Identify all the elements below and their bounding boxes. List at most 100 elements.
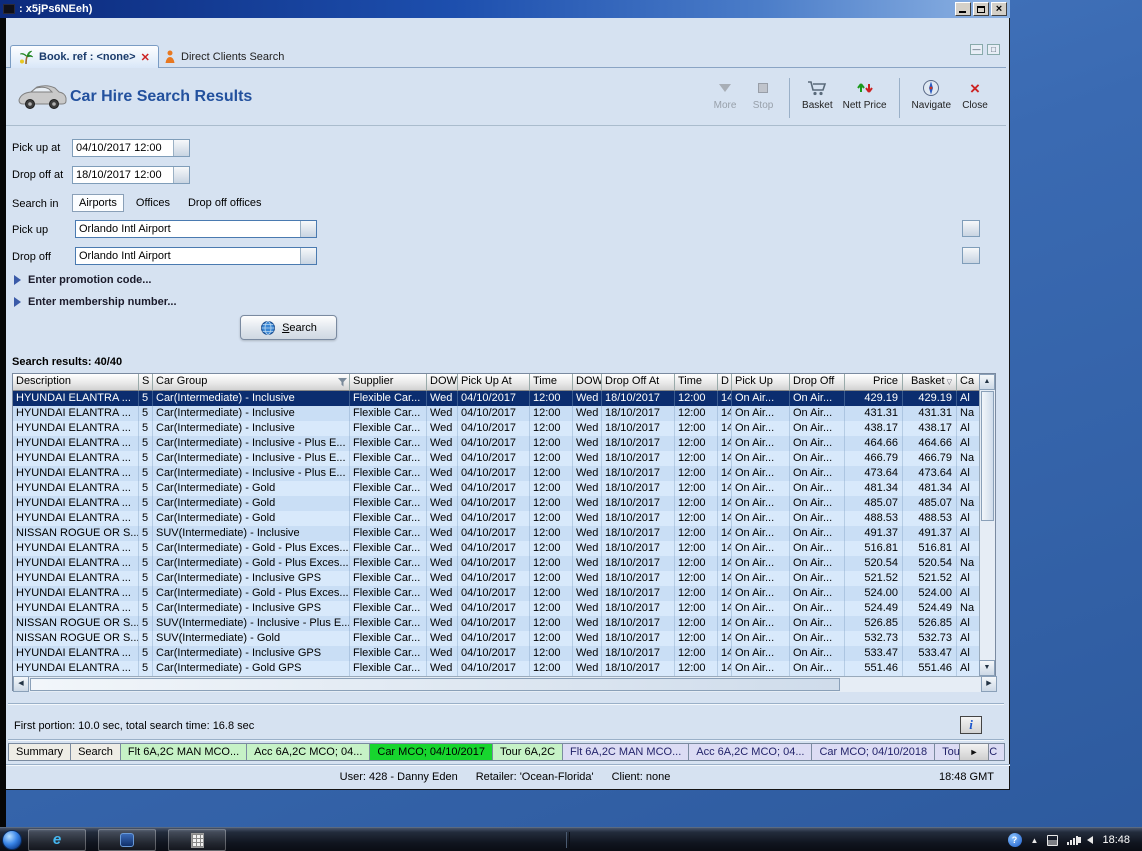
column-header[interactable]: S bbox=[139, 374, 153, 391]
table-cell: Wed bbox=[573, 601, 602, 616]
table-row[interactable]: HYUNDAI ELANTRA ...5Car(Intermediate) - … bbox=[13, 406, 981, 421]
table-cell: Wed bbox=[427, 496, 458, 511]
info-button[interactable]: i bbox=[960, 716, 982, 734]
dropoff-combo[interactable]: Orlando Intl Airport bbox=[75, 247, 317, 265]
column-header[interactable]: Drop Off At bbox=[602, 374, 675, 391]
column-header[interactable]: DOW bbox=[573, 374, 602, 391]
table-row[interactable]: HYUNDAI ELANTRA ...5Car(Intermediate) - … bbox=[13, 511, 981, 526]
table-row[interactable]: HYUNDAI ELANTRA ...5Car(Intermediate) - … bbox=[13, 661, 981, 676]
table-cell: Flexible Car... bbox=[350, 451, 427, 466]
tab-airports[interactable]: Airports bbox=[72, 194, 124, 212]
column-header[interactable]: Ca bbox=[957, 374, 981, 391]
table-row[interactable]: HYUNDAI ELANTRA ...5Car(Intermediate) - … bbox=[13, 436, 981, 451]
tray-expand-icon[interactable]: ▲ bbox=[1031, 836, 1039, 845]
table-row[interactable]: HYUNDAI ELANTRA ...5Car(Intermediate) - … bbox=[13, 601, 981, 616]
basket-button[interactable]: Basket bbox=[797, 76, 838, 120]
scroll-right-icon[interactable]: ▶ bbox=[981, 676, 997, 692]
table-row[interactable]: HYUNDAI ELANTRA ...5Car(Intermediate) - … bbox=[13, 481, 981, 496]
bottom-tab-search[interactable]: Search bbox=[71, 743, 121, 761]
column-header[interactable]: Supplier bbox=[350, 374, 427, 391]
column-header[interactable]: Description bbox=[13, 374, 139, 391]
bottom-tab-acc-6a-2c-mco-04-[interactable]: Acc 6A,2C MCO; 04... bbox=[247, 743, 370, 761]
start-button[interactable] bbox=[2, 830, 22, 850]
column-header[interactable]: Pick Up At bbox=[458, 374, 530, 391]
column-header[interactable]: Car Group bbox=[153, 374, 350, 391]
table-row[interactable]: HYUNDAI ELANTRA ...5Car(Intermediate) - … bbox=[13, 496, 981, 511]
taskbar-app-3[interactable] bbox=[168, 829, 226, 851]
more-button[interactable]: More bbox=[706, 76, 744, 120]
scroll-down-icon[interactable]: ▼ bbox=[979, 660, 995, 676]
clock: 18:48 bbox=[1102, 834, 1130, 846]
stop-button[interactable]: Stop bbox=[744, 76, 782, 120]
table-row[interactable]: HYUNDAI ELANTRA ...5Car(Intermediate) - … bbox=[13, 466, 981, 481]
search-button[interactable]: Search bbox=[240, 315, 337, 340]
vertical-scrollbar[interactable]: ▲ ▼ bbox=[979, 374, 995, 676]
maximize-button[interactable] bbox=[973, 2, 989, 16]
column-header[interactable]: Time bbox=[530, 374, 573, 391]
next-tabs-button[interactable]: ► bbox=[959, 743, 989, 761]
dropoff-extra-dropdown[interactable] bbox=[962, 247, 980, 264]
pane-restore-icon[interactable]: □ bbox=[987, 44, 1000, 55]
pickup-extra-dropdown[interactable] bbox=[962, 220, 980, 237]
volume-icon[interactable] bbox=[1087, 836, 1093, 844]
statusbar: User: 428 - Danny Eden Retailer: 'Ocean-… bbox=[0, 764, 1010, 789]
scroll-left-icon[interactable]: ◀ bbox=[13, 676, 29, 692]
tab-offices[interactable]: Offices bbox=[130, 195, 176, 211]
table-row[interactable]: HYUNDAI ELANTRA ...5Car(Intermediate) - … bbox=[13, 586, 981, 601]
close-button[interactable]: × Close bbox=[956, 76, 994, 120]
tab-booking-ref[interactable]: Book. ref : <none> ✕ bbox=[10, 45, 159, 68]
dropdown-arrow-icon[interactable] bbox=[300, 248, 316, 264]
pickup-at-combo[interactable]: 04/10/2017 12:00 bbox=[72, 139, 190, 157]
table-row[interactable]: HYUNDAI ELANTRA ...5Car(Intermediate) - … bbox=[13, 556, 981, 571]
navigate-button[interactable]: Navigate bbox=[907, 76, 956, 120]
column-header[interactable]: Time bbox=[675, 374, 718, 391]
dropoff-at-combo[interactable]: 18/10/2017 12:00 bbox=[72, 166, 190, 184]
table-row[interactable]: NISSAN ROGUE OR S...5SUV(Intermediate) -… bbox=[13, 631, 981, 646]
help-icon[interactable]: ? bbox=[1008, 833, 1022, 847]
bottom-tab-tour-6a-2c[interactable]: Tour 6A,2C bbox=[493, 743, 563, 761]
bottom-tab-car-mco-04-10-2018[interactable]: Car MCO; 04/10/2018 bbox=[812, 743, 935, 761]
vertical-scroll-thumb[interactable] bbox=[981, 391, 994, 521]
promotion-code-expander[interactable]: Enter promotion code... bbox=[14, 274, 151, 286]
action-center-icon[interactable] bbox=[1047, 835, 1058, 846]
column-header[interactable]: Price bbox=[845, 374, 903, 391]
table-row[interactable]: NISSAN ROGUE OR S...5SUV(Intermediate) -… bbox=[13, 526, 981, 541]
column-header[interactable]: D bbox=[718, 374, 732, 391]
column-header[interactable]: Pick Up bbox=[732, 374, 790, 391]
tab-close-icon[interactable]: ✕ bbox=[141, 51, 150, 64]
pickup-combo[interactable]: Orlando Intl Airport bbox=[75, 220, 317, 238]
scroll-up-icon[interactable]: ▲ bbox=[979, 374, 995, 390]
horizontal-scrollbar[interactable]: ◀ ▶ bbox=[13, 676, 997, 692]
table-row[interactable]: HYUNDAI ELANTRA ...5Car(Intermediate) - … bbox=[13, 541, 981, 556]
table-row[interactable]: NISSAN ROGUE OR S...5SUV(Intermediate) -… bbox=[13, 616, 981, 631]
minimize-button[interactable] bbox=[955, 2, 971, 16]
table-row[interactable]: HYUNDAI ELANTRA ...5Car(Intermediate) - … bbox=[13, 571, 981, 586]
bottom-tab-acc-6a-2c-mco-04-[interactable]: Acc 6A,2C MCO; 04... bbox=[689, 743, 812, 761]
table-row[interactable]: HYUNDAI ELANTRA ...5Car(Intermediate) - … bbox=[13, 451, 981, 466]
filter-icon[interactable] bbox=[338, 378, 347, 387]
table-cell: 12:00 bbox=[530, 541, 573, 556]
bottom-tab-summary[interactable]: Summary bbox=[8, 743, 71, 761]
table-row[interactable]: HYUNDAI ELANTRA ...5Car(Intermediate) - … bbox=[13, 646, 981, 661]
membership-number-expander[interactable]: Enter membership number... bbox=[14, 296, 177, 308]
tab-drop-off-offices[interactable]: Drop off offices bbox=[182, 195, 268, 211]
bottom-tab-car-mco-04-10-2017[interactable]: Car MCO; 04/10/2017 bbox=[370, 743, 493, 761]
pane-minimize-icon[interactable]: — bbox=[970, 44, 983, 55]
bottom-tab-flt-6a-2c-man-mco-[interactable]: Flt 6A,2C MAN MCO... bbox=[121, 743, 247, 761]
column-header[interactable]: DOW bbox=[427, 374, 458, 391]
close-window-button[interactable]: × bbox=[991, 2, 1007, 16]
tab-direct-clients-search[interactable]: Direct Clients Search bbox=[156, 45, 292, 68]
dropdown-arrow-icon[interactable] bbox=[173, 140, 189, 156]
column-header[interactable]: Basket▽ bbox=[903, 374, 957, 391]
titlebar[interactable]: : x5jPs6NEeh) × bbox=[0, 0, 1010, 18]
table-row[interactable]: HYUNDAI ELANTRA ...5Car(Intermediate) - … bbox=[13, 421, 981, 436]
dropdown-arrow-icon[interactable] bbox=[173, 167, 189, 183]
table-row[interactable]: HYUNDAI ELANTRA ...5Car(Intermediate) - … bbox=[13, 391, 981, 406]
taskbar-app-ie[interactable]: e bbox=[28, 829, 86, 851]
taskbar-app-2[interactable] bbox=[98, 829, 156, 851]
nett-price-button[interactable]: Nett Price bbox=[838, 76, 892, 120]
column-header[interactable]: Drop Off bbox=[790, 374, 845, 391]
dropdown-arrow-icon[interactable] bbox=[300, 221, 316, 237]
horizontal-scroll-thumb[interactable] bbox=[30, 678, 840, 691]
bottom-tab-flt-6a-2c-man-mco-[interactable]: Flt 6A,2C MAN MCO... bbox=[563, 743, 689, 761]
